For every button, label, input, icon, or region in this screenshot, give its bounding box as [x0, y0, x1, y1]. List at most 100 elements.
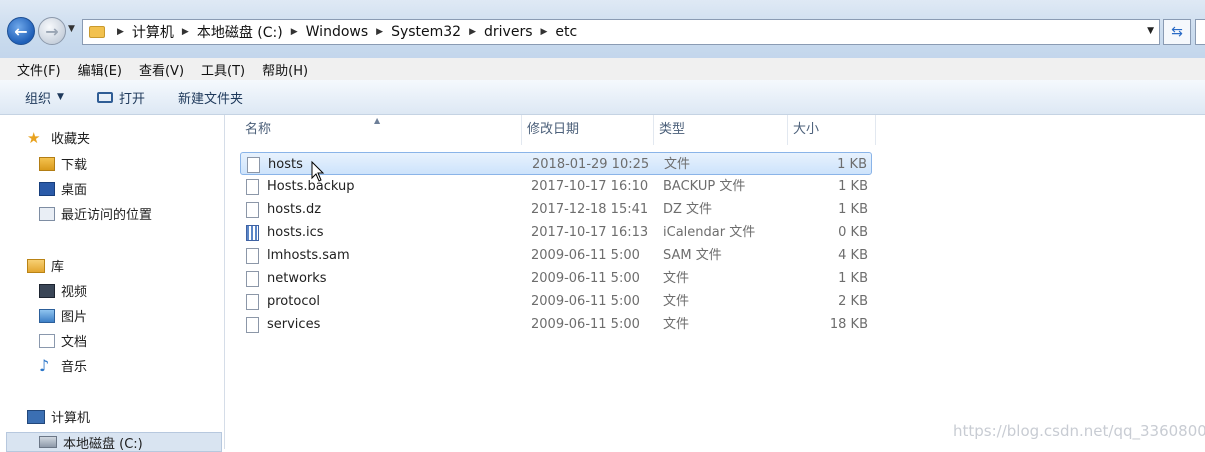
file-size: 2 KB [838, 294, 868, 309]
breadcrumb-windows[interactable]: Windows [306, 24, 369, 40]
address-bar[interactable]: ▶ 计算机 ▶ 本地磁盘 (C:) ▶ Windows ▶ System32 ▶… [82, 19, 1160, 45]
file-type: 文件 [663, 271, 690, 286]
file-row[interactable]: Hosts.backup 2017-10-17 16:10 BACKUP 文件 … [240, 175, 872, 198]
column-header-date-modified[interactable]: 修改日期 [522, 115, 654, 145]
chevron-right-icon[interactable]: ▶ [117, 27, 124, 37]
file-type: BACKUP 文件 [663, 179, 746, 194]
nav-favorites[interactable]: ★ 收藏夹 [27, 128, 91, 148]
address-dropdown-icon[interactable]: ▼ [1147, 26, 1154, 36]
nav-pictures[interactable]: 图片 [39, 306, 87, 325]
menu-tools[interactable]: 工具(T) [201, 60, 245, 79]
nav-music[interactable]: ♪ 音乐 [39, 356, 87, 375]
nav-recent-label: 最近访问的位置 [61, 208, 153, 223]
new-folder-button[interactable]: 新建文件夹 [178, 88, 243, 107]
nav-favorites-label: 收藏夹 [51, 132, 91, 147]
recent-pages-dropdown-icon[interactable]: ▼ [68, 24, 75, 34]
nav-videos-label: 视频 [61, 285, 88, 300]
file-row[interactable]: services 2009-06-11 5:00 文件 18 KB [240, 313, 872, 336]
folder-icon [89, 26, 105, 38]
file-size: 4 KB [838, 248, 868, 263]
open-button[interactable]: 打开 [96, 88, 145, 107]
back-button[interactable]: ← [7, 17, 35, 45]
chevron-right-icon[interactable]: ▶ [291, 27, 298, 37]
file-size: 0 KB [838, 225, 868, 240]
forward-button[interactable]: → [38, 17, 66, 45]
column-header-type[interactable]: 类型 [654, 115, 788, 145]
nav-computer[interactable]: 计算机 [27, 407, 90, 426]
nav-recent-places[interactable]: 最近访问的位置 [39, 204, 152, 223]
file-type: iCalendar 文件 [663, 225, 756, 240]
file-icon [246, 317, 259, 333]
video-icon [39, 283, 55, 298]
nav-desktop[interactable]: 桌面 [39, 179, 87, 198]
file-type: 文件 [664, 157, 691, 172]
search-input[interactable] [1195, 19, 1205, 45]
menu-file[interactable]: 文件(F) [17, 60, 61, 79]
library-icon [27, 258, 45, 273]
breadcrumb-computer[interactable]: 计算机 [132, 22, 174, 42]
menu-bar: 文件(F) 编辑(E) 查看(V) 工具(T) 帮助(H) [0, 58, 1205, 80]
breadcrumb-local-disk[interactable]: 本地磁盘 (C:) [197, 22, 283, 42]
new-folder-label: 新建文件夹 [177, 91, 243, 107]
file-row[interactable]: networks 2009-06-11 5:00 文件 1 KB [240, 267, 872, 290]
file-size: 1 KB [838, 179, 868, 194]
column-header-name[interactable]: 名称 [240, 115, 522, 145]
nav-documents[interactable]: 文档 [39, 331, 87, 350]
nav-local-disk-c[interactable]: 本地磁盘 (C:) [6, 432, 222, 452]
file-date-modified: 2017-10-17 16:10 [531, 179, 649, 194]
file-name: hosts.dz [267, 202, 322, 217]
file-size: 1 KB [837, 157, 867, 172]
file-row[interactable]: hosts 2018-01-29 10:25 文件 1 KB [240, 152, 872, 175]
recent-places-icon [39, 206, 55, 221]
watermark-text: https://blog.csdn.net/qq_33608000 [953, 422, 1205, 440]
file-row[interactable]: hosts.ics 2017-10-17 16:13 iCalendar 文件 … [240, 221, 872, 244]
file-name: lmhosts.sam [267, 248, 350, 263]
file-date-modified: 2017-10-17 16:13 [531, 225, 649, 240]
nav-libraries-label: 库 [51, 260, 65, 275]
file-row[interactable]: protocol 2009-06-11 5:00 文件 2 KB [240, 290, 872, 313]
column-header-size[interactable]: 大小 [788, 115, 876, 145]
chevron-right-icon[interactable]: ▶ [541, 27, 548, 37]
file-size: 1 KB [838, 202, 868, 217]
refresh-icon: ⇆ [1171, 24, 1183, 40]
breadcrumb-system32[interactable]: System32 [391, 24, 461, 40]
file-name: hosts.ics [267, 225, 324, 240]
menu-view[interactable]: 查看(V) [139, 60, 184, 79]
nav-videos[interactable]: 视频 [39, 281, 87, 300]
downloads-folder-icon [39, 156, 55, 171]
file-row[interactable]: hosts.dz 2017-12-18 15:41 DZ 文件 1 KB [240, 198, 872, 221]
menu-help[interactable]: 帮助(H) [262, 60, 308, 79]
file-date-modified: 2017-12-18 15:41 [531, 202, 649, 217]
command-bar: 组织 ▼ 打开 新建文件夹 [0, 80, 1205, 115]
hard-drive-icon [39, 436, 57, 448]
nav-libraries[interactable]: 库 [27, 256, 64, 275]
star-icon: ★ [27, 128, 41, 147]
file-icon [246, 294, 259, 310]
menu-edit[interactable]: 编辑(E) [78, 60, 122, 79]
nav-documents-label: 文档 [61, 335, 88, 350]
breadcrumb-etc[interactable]: etc [555, 24, 577, 40]
desktop-icon [39, 181, 55, 196]
file-row[interactable]: lmhosts.sam 2009-06-11 5:00 SAM 文件 4 KB [240, 244, 872, 267]
nav-pictures-label: 图片 [61, 310, 88, 325]
file-size: 18 KB [829, 317, 868, 332]
file-name: services [267, 317, 321, 332]
music-note-icon: ♪ [39, 356, 50, 375]
chevron-right-icon[interactable]: ▶ [182, 27, 189, 37]
calendar-file-icon [246, 225, 259, 241]
open-icon [96, 91, 113, 103]
chevron-right-icon[interactable]: ▶ [469, 27, 476, 37]
organize-button[interactable]: 组织 ▼ [25, 88, 64, 107]
file-date-modified: 2009-06-11 5:00 [531, 271, 640, 286]
address-toolbar: ← → ▼ ▶ 计算机 ▶ 本地磁盘 (C:) ▶ Windows ▶ Syst… [0, 0, 1205, 58]
nav-downloads[interactable]: 下载 [39, 154, 87, 173]
chevron-right-icon[interactable]: ▶ [376, 27, 383, 37]
forward-arrow-icon: → [45, 21, 59, 41]
breadcrumb-drivers[interactable]: drivers [484, 24, 532, 40]
back-arrow-icon: ← [14, 21, 28, 41]
file-type: 文件 [663, 294, 690, 309]
nav-downloads-label: 下载 [61, 158, 88, 173]
open-label: 打开 [118, 91, 145, 107]
refresh-button[interactable]: ⇆ [1163, 19, 1191, 45]
sort-ascending-icon: ▲ [374, 116, 381, 125]
